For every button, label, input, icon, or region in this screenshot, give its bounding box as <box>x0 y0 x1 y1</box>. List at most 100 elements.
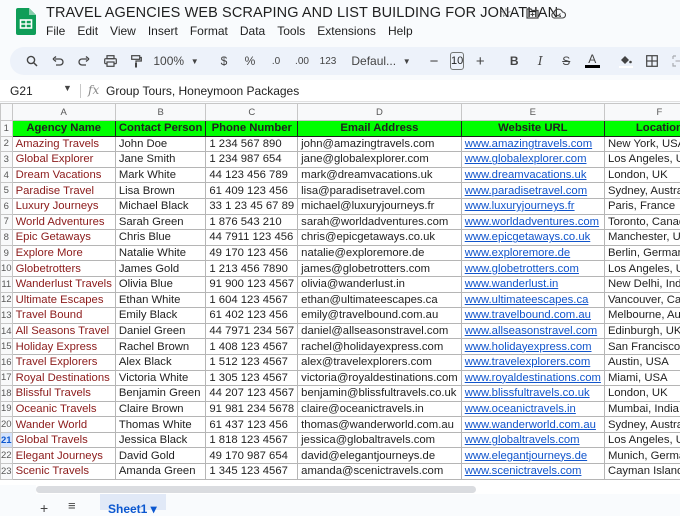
menu-tools[interactable]: Tools <box>277 24 305 38</box>
header-website-url[interactable]: Website URL <box>461 121 604 137</box>
cell-agency-name[interactable]: Dream Vacations <box>12 167 115 183</box>
header-agency-name[interactable]: Agency Name <box>12 121 115 137</box>
cell-location[interactable]: Melbourne, Australia <box>604 308 680 324</box>
column-header-f[interactable]: F <box>604 104 680 121</box>
header-email-address[interactable]: Email Address <box>298 121 462 137</box>
fill-color-icon[interactable] <box>616 50 636 72</box>
cell-agency-name[interactable]: Global Explorer <box>12 152 115 168</box>
cell-location[interactable]: Los Angeles, USA <box>604 432 680 448</box>
cell-agency-name[interactable]: Elegant Journeys <box>12 448 115 464</box>
cell-email-address[interactable]: olivia@wanderlust.in <box>298 276 462 292</box>
cell-phone-number[interactable]: 1 408 123 4567 <box>206 339 298 355</box>
column-header-a[interactable]: A <box>12 104 115 121</box>
cell-phone-number[interactable]: 44 7911 123 456 <box>206 230 298 246</box>
row-number[interactable]: 22 <box>1 448 13 464</box>
sheets-logo-icon[interactable] <box>16 8 36 35</box>
cell-website-url[interactable]: www.scenictravels.com <box>461 464 604 480</box>
cell-email-address[interactable]: emily@travelbound.com.au <box>298 308 462 324</box>
cell-email-address[interactable]: alex@travelexplorers.com <box>298 354 462 370</box>
cell-phone-number[interactable]: 49 170 987 654 <box>206 448 298 464</box>
cell-phone-number[interactable]: 91 900 123 4567 <box>206 276 298 292</box>
paint-format-icon[interactable] <box>126 50 146 72</box>
cell-website-url[interactable]: www.royaldestinations.com <box>461 370 604 386</box>
cell-email-address[interactable]: lisa@paradisetravel.com <box>298 183 462 199</box>
cell-phone-number[interactable]: 91 981 234 5678 <box>206 401 298 417</box>
decrease-font-size-button[interactable]: − <box>424 50 444 72</box>
horizontal-scrollbar[interactable] <box>36 485 680 494</box>
row-number[interactable]: 13 <box>1 308 13 324</box>
cell-email-address[interactable]: amanda@scenictravels.com <box>298 464 462 480</box>
cell-phone-number[interactable]: 44 7971 234 567 <box>206 323 298 339</box>
search-icon[interactable] <box>22 50 42 72</box>
redo-icon[interactable] <box>74 50 94 72</box>
cell-phone-number[interactable]: 44 123 456 789 <box>206 167 298 183</box>
menu-data[interactable]: Data <box>240 24 265 38</box>
cell-location[interactable]: Paris, France <box>604 198 680 214</box>
column-header-b[interactable]: B <box>115 104 206 121</box>
cell-contact-person[interactable]: Michael Black <box>115 198 206 214</box>
cell-website-url[interactable]: www.blissfultravels.co.uk <box>461 386 604 402</box>
cell-contact-person[interactable]: Victoria White <box>115 370 206 386</box>
cell-website-url[interactable]: www.oceanictravels.in <box>461 401 604 417</box>
cell-phone-number[interactable]: 1 234 987 654 <box>206 152 298 168</box>
cell-contact-person[interactable]: Natalie White <box>115 245 206 261</box>
cell-agency-name[interactable]: Luxury Journeys <box>12 198 115 214</box>
cell-phone-number[interactable]: 1 234 567 890 <box>206 136 298 152</box>
cell-email-address[interactable]: mark@dreamvacations.uk <box>298 167 462 183</box>
row-number[interactable]: 1 <box>1 121 13 137</box>
row-number[interactable]: 18 <box>1 386 13 402</box>
row-number[interactable]: 14 <box>1 323 13 339</box>
cell-email-address[interactable]: james@globetrotters.com <box>298 261 462 277</box>
cell-contact-person[interactable]: Benjamin Green <box>115 386 206 402</box>
cell-contact-person[interactable]: Emily Black <box>115 308 206 324</box>
row-number[interactable]: 2 <box>1 136 13 152</box>
cell-phone-number[interactable]: 1 604 123 4567 <box>206 292 298 308</box>
row-number[interactable]: 17 <box>1 370 13 386</box>
cell-contact-person[interactable]: Claire Brown <box>115 401 206 417</box>
cell-contact-person[interactable]: Amanda Green <box>115 464 206 480</box>
cell-email-address[interactable]: john@amazingtravels.com <box>298 136 462 152</box>
merge-cells-icon[interactable] <box>668 50 680 72</box>
italic-button[interactable]: I <box>530 50 550 72</box>
document-title[interactable]: TRAVEL AGENCIES WEB SCRAPING AND LIST BU… <box>46 5 562 21</box>
cell-contact-person[interactable]: Sarah Green <box>115 214 206 230</box>
row-number[interactable]: 21 <box>1 432 13 448</box>
cell-email-address[interactable]: claire@oceanictravels.in <box>298 401 462 417</box>
cell-location[interactable]: Miami, USA <box>604 370 680 386</box>
cell-contact-person[interactable]: Jessica Black <box>115 432 206 448</box>
increase-decimal-button[interactable]: .00 <box>292 50 312 72</box>
row-number[interactable]: 10 <box>1 261 13 277</box>
formula-input[interactable]: Group Tours, Honeymoon Packages <box>106 84 299 98</box>
cell-phone-number[interactable]: 1 305 123 4567 <box>206 370 298 386</box>
cell-phone-number[interactable]: 61 409 123 456 <box>206 183 298 199</box>
cell-location[interactable]: Berlin, Germany <box>604 245 680 261</box>
more-formats-button[interactable]: 123 <box>318 50 338 72</box>
decrease-decimal-button[interactable]: .0 <box>266 50 286 72</box>
menu-file[interactable]: File <box>46 24 65 38</box>
cell-website-url[interactable]: www.globalexplorer.com <box>461 152 604 168</box>
cell-email-address[interactable]: michael@luxuryjourneys.fr <box>298 198 462 214</box>
cell-email-address[interactable]: chris@epicgetaways.co.uk <box>298 230 462 246</box>
cell-agency-name[interactable]: Royal Destinations <box>12 370 115 386</box>
cell-location[interactable]: Vancouver, Canada <box>604 292 680 308</box>
cell-location[interactable]: San Francisco, USA <box>604 339 680 355</box>
cell-website-url[interactable]: www.allseasonstravel.com <box>461 323 604 339</box>
move-folder-icon[interactable] <box>524 5 540 21</box>
cell-contact-person[interactable]: Chris Blue <box>115 230 206 246</box>
cell-agency-name[interactable]: Oceanic Travels <box>12 401 115 417</box>
row-number[interactable]: 7 <box>1 214 13 230</box>
cell-agency-name[interactable]: Wander World <box>12 417 115 433</box>
menu-help[interactable]: Help <box>388 24 413 38</box>
cell-website-url[interactable]: www.epicgetaways.co.uk <box>461 230 604 246</box>
row-number[interactable]: 23 <box>1 464 13 480</box>
increase-font-size-button[interactable]: + <box>470 50 490 72</box>
cell-contact-person[interactable]: Olivia Blue <box>115 276 206 292</box>
select-all-corner[interactable] <box>1 104 13 121</box>
cell-website-url[interactable]: www.elegantjourneys.de <box>461 448 604 464</box>
cloud-saved-icon[interactable] <box>550 5 566 21</box>
cell-phone-number[interactable]: 44 207 123 4567 <box>206 386 298 402</box>
cell-location[interactable]: Mumbai, India <box>604 401 680 417</box>
scrollbar-thumb[interactable] <box>36 486 476 493</box>
cell-contact-person[interactable]: Ethan White <box>115 292 206 308</box>
text-color-button[interactable]: A <box>582 50 602 72</box>
